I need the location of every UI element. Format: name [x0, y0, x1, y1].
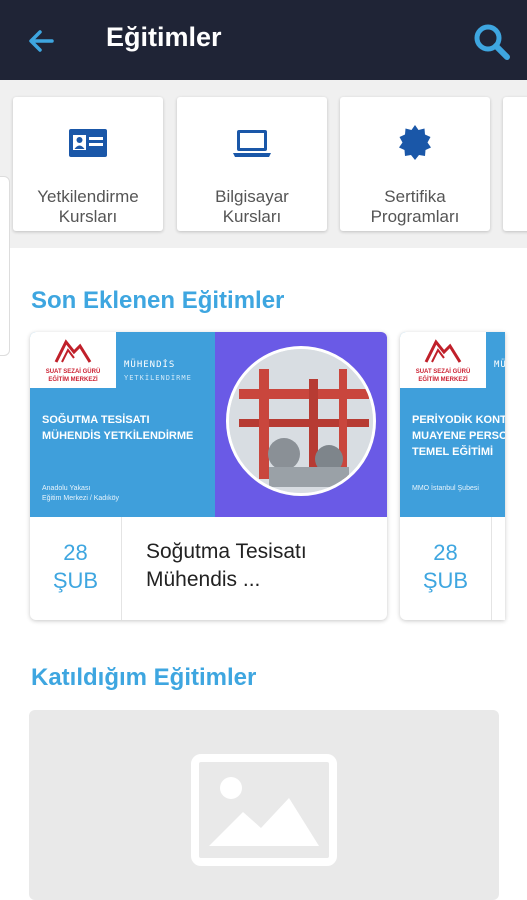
banner-caption: TEMEL EĞİTİMİ [412, 446, 494, 458]
logo: SUAT SEZAİ GÜRÜ EĞİTİM MERKEZİ [400, 332, 486, 388]
course-card[interactable]: SUAT SEZAİ GÜRÜ EĞİTİM MERKEZİ MÜ PERİYO… [400, 332, 505, 620]
category-card-yetkilendirme[interactable]: Yetkilendirme Kursları [13, 97, 163, 231]
course-day: 28 [63, 540, 88, 565]
course-date: 28 ŞUB [30, 517, 122, 620]
course-title: Soğutma Tesisatı Mühendis ... [146, 538, 307, 594]
category-label: Yetkilendirme [37, 187, 139, 206]
category-card-partial[interactable] [503, 97, 527, 231]
course-month: ŞUB [422, 568, 469, 593]
category-label: Programları [370, 207, 460, 226]
banner-location: Anadolu Yakası [42, 485, 91, 492]
course-banner: SUAT SEZAİ GÜRÜ EĞİTİM MERKEZİ MÜ PERİYO… [400, 332, 505, 517]
search-icon[interactable] [472, 22, 512, 62]
banner-tag: YETKİLENDİRME [124, 374, 192, 382]
section-title-recent: Son Eklenen Eğitimler [31, 287, 285, 314]
section-title-joined: Katıldığım Eğitimler [31, 664, 257, 691]
logo-mark [54, 339, 92, 363]
page-title: Eğitimler [106, 22, 222, 52]
course-day: 28 [433, 540, 458, 565]
app-bar: Eğitimler [0, 0, 527, 80]
id-card-icon [69, 129, 107, 157]
arrow-left-icon[interactable] [26, 26, 56, 56]
course-title-line: Soğutma Tesisatı [146, 540, 307, 563]
course-date: 28 ŞUB [400, 517, 492, 620]
category-strip: Yetkilendirme Kursları Bilgisayar Kursla… [0, 80, 527, 248]
banner-location: Eğitim Merkezi / Kadıköy [42, 495, 120, 502]
category-label: Kursları [222, 207, 282, 226]
logo-text: SUAT SEZAİ GÜRÜ [415, 369, 471, 375]
course-month: ŞUB [52, 568, 99, 593]
category-card-bilgisayar[interactable]: Bilgisayar Kursları [177, 97, 327, 231]
banner-location: MMO İstanbul Şubesi [412, 485, 479, 492]
banner-tag: MÜHENDİS [124, 360, 176, 370]
category-label: Sertifika [384, 187, 446, 206]
banner-caption: PERİYODİK KONTROL [412, 414, 505, 426]
category-card-sertifika[interactable]: Sertifika Programları [340, 97, 490, 231]
banner-caption: MUAYENE PERSONE [412, 430, 505, 442]
course-banner: SUAT SEZAİ GÜRÜ EĞİTİM MERKEZİ MÜHENDİS … [30, 332, 387, 517]
logo: SUAT SEZAİ GÜRÜ EĞİTİM MERKEZİ [30, 332, 116, 388]
logo-text: EĞİTİM MERKEZİ [418, 377, 468, 383]
side-drawer-handle[interactable] [0, 176, 10, 356]
badge-icon [399, 125, 431, 160]
logo-mark [424, 339, 462, 363]
category-label: Bilgisayar [215, 187, 289, 206]
course-card[interactable]: SUAT SEZAİ GÜRÜ EĞİTİM MERKEZİ MÜHENDİS … [30, 332, 387, 620]
logo-text: EĞİTİM MERKEZİ [48, 377, 98, 383]
banner-tag: MÜ [494, 360, 505, 370]
laptop-icon [233, 130, 271, 157]
joined-course-placeholder[interactable] [29, 710, 499, 900]
banner-caption: SOĞUTMA TESİSATI [42, 414, 150, 426]
logo-text: SUAT SEZAİ GÜRÜ [45, 369, 101, 375]
course-title-line: Mühendis ... [146, 568, 261, 591]
image-placeholder-icon [191, 754, 337, 866]
banner-caption: MÜHENDİS YETKİLENDİRME [42, 430, 194, 442]
pipes-illustration [229, 349, 373, 493]
category-label: Kursları [58, 207, 118, 226]
course-photo [226, 346, 376, 496]
